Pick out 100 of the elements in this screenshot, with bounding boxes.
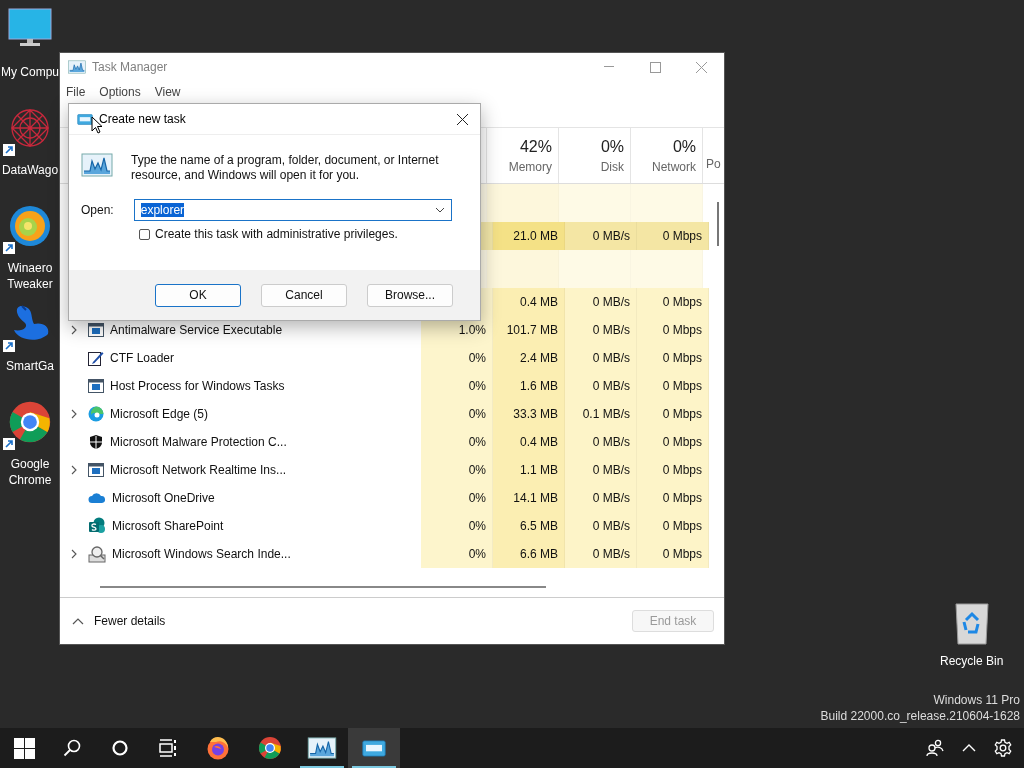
column-percent: 0%	[600, 137, 624, 156]
table-cell: 0 Mbps	[637, 316, 709, 344]
table-cell: 0 Mbps	[637, 484, 709, 512]
open-label: Open:	[81, 203, 114, 217]
process-name[interactable]: Microsoft Network Realtime Ins...	[110, 463, 287, 477]
table-cell: 0%	[421, 372, 493, 400]
firefox-icon	[206, 736, 230, 760]
table-cell: 2.4 MB	[493, 344, 565, 372]
maximize-icon[interactable]	[649, 61, 661, 73]
expand-chevron-icon[interactable]	[71, 325, 77, 335]
checkbox[interactable]	[139, 228, 150, 240]
process-name[interactable]: Microsoft Windows Search Inde...	[112, 547, 291, 561]
table-cell: 0 MB/s	[565, 344, 637, 372]
process-name[interactable]: Microsoft OneDrive	[112, 491, 215, 505]
menu-item[interactable]: File	[66, 85, 86, 99]
build-text: Build 22000.co_release.210604-1628	[820, 708, 1020, 724]
table-cell: 1.6 MB	[493, 372, 565, 400]
task-manager-icon	[68, 60, 86, 74]
shield-icon	[88, 434, 104, 450]
column-percent: 42%	[519, 137, 552, 156]
table-cell: 0%	[421, 428, 493, 456]
table-cell: 0 Mbps	[637, 344, 709, 372]
process-name[interactable]: Microsoft Edge (5)	[110, 407, 209, 421]
people-icon	[926, 739, 944, 757]
table-cell	[631, 184, 703, 222]
menu-item[interactable]: Options	[99, 85, 141, 99]
table-cell: 0%	[421, 400, 493, 428]
menu-item[interactable]: View	[154, 85, 181, 99]
table-cell	[559, 184, 631, 222]
table-cell: 0%	[421, 484, 493, 512]
table-cell: 101.7 MB	[493, 316, 565, 344]
table-cell: 0%	[421, 512, 493, 540]
monitor-icon	[8, 8, 52, 48]
table-cell: 0.4 MB	[493, 288, 565, 316]
table-cell: 0%	[421, 344, 493, 372]
checkbox-label[interactable]: Create this task with administrative privileges.	[155, 227, 398, 241]
window-icon	[362, 739, 386, 757]
table-cell: 14.1 MB	[493, 484, 565, 512]
column-header[interactable]: Po	[706, 157, 721, 171]
chevron-up-icon	[72, 617, 84, 625]
dialog-message: Type the name of a program, folder, document, or Internet resource, and Windows will open it for you.	[131, 153, 440, 183]
dialog-button[interactable]: Cancel	[261, 283, 347, 307]
expand-chevron-icon[interactable]	[71, 409, 77, 419]
windows-logo-icon	[13, 737, 35, 759]
process-name[interactable]: CTF Loader	[110, 351, 175, 365]
pen-icon	[88, 350, 104, 366]
table-cell: 0%	[421, 540, 493, 568]
window-title: Task Manager	[92, 60, 168, 74]
table-cell: 1.1 MB	[493, 456, 565, 484]
desktop-icon-label[interactable]: Winaero Tweaker	[0, 260, 60, 292]
taskbar-button[interactable]	[348, 728, 400, 768]
close-icon[interactable]	[456, 113, 468, 125]
dialog-title: Create new task	[99, 112, 186, 126]
edge-icon	[88, 406, 104, 422]
fewer-details-button[interactable]: Fewer details	[70, 612, 168, 630]
chevron-up-icon	[962, 744, 976, 752]
table-cell: 0 MB/s	[565, 288, 637, 316]
scrollbar-thumb[interactable]	[100, 586, 546, 588]
desktop-icon-label[interactable]: My Compu	[0, 64, 60, 80]
table-cell: 0.4 MB	[493, 428, 565, 456]
table-cell: 0 MB/s	[565, 428, 637, 456]
minimize-icon[interactable]	[604, 66, 614, 68]
task-view-icon	[159, 739, 177, 757]
desktop-icon-label[interactable]: SmartGa	[0, 358, 60, 374]
recycle-bin-icon[interactable]	[953, 602, 990, 646]
desktop-icon-label[interactable]: DataWago	[0, 162, 60, 178]
table-cell: 0 Mbps	[637, 512, 709, 540]
scrollbar-thumb[interactable]	[717, 202, 719, 246]
open-combobox[interactable]: explorer	[133, 199, 452, 221]
expand-chevron-icon[interactable]	[71, 549, 77, 559]
dialog-button[interactable]: OK	[155, 283, 241, 307]
table-cell: 6.5 MB	[493, 512, 565, 540]
table-cell: 33.3 MB	[493, 400, 565, 428]
sharepoint-icon	[88, 517, 106, 535]
column-header[interactable]: Disk	[600, 159, 624, 174]
table-cell: 0 Mbps	[637, 428, 709, 456]
table-cell: 0 Mbps	[637, 540, 709, 568]
table-cell: 0.1 MB/s	[565, 400, 637, 428]
table-cell	[487, 184, 559, 222]
edition-text: Windows 11 Pro	[933, 692, 1020, 708]
process-name[interactable]: Antimalware Service Executable	[110, 323, 283, 337]
process-name[interactable]: Microsoft SharePoint	[112, 519, 224, 533]
column-header[interactable]: Network	[652, 159, 696, 174]
process-name[interactable]: Host Process for Windows Tasks	[110, 379, 285, 393]
table-cell: 0 MB/s	[565, 512, 637, 540]
table-cell: 0 Mbps	[637, 288, 709, 316]
caret-icon[interactable]	[434, 207, 445, 213]
desktop-icon-label[interactable]: Recycle Bin	[940, 654, 1004, 668]
desktop-icon-label[interactable]: Google Chrome	[0, 456, 60, 488]
column-percent: 0%	[672, 137, 696, 156]
window-icon	[88, 379, 104, 393]
task-manager-icon	[307, 737, 337, 759]
column-header[interactable]: Memory	[508, 159, 552, 174]
table-cell: 21.0 MB	[493, 222, 565, 250]
expand-chevron-icon[interactable]	[71, 465, 77, 475]
search-icon	[63, 739, 81, 757]
table-cell	[487, 250, 559, 288]
table-cell: 0 MB/s	[565, 540, 637, 568]
process-name[interactable]: Microsoft Malware Protection C...	[110, 435, 287, 449]
dialog-button[interactable]: Browse...	[367, 283, 453, 307]
